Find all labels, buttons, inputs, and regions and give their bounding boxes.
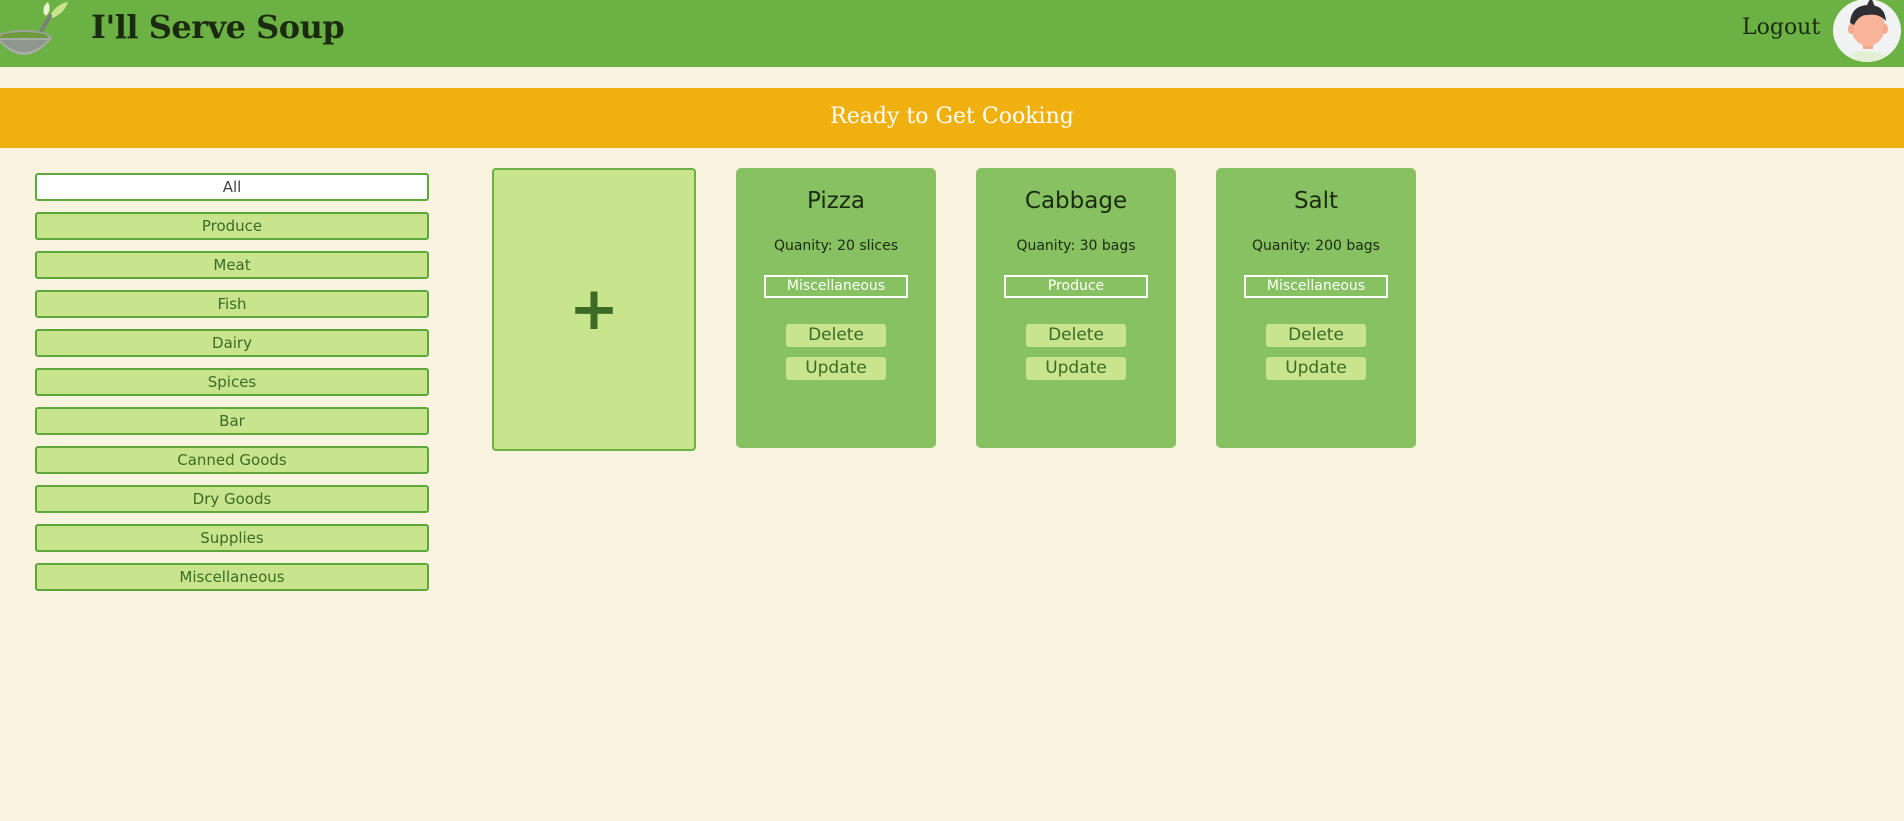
item-category-badge: Miscellaneous	[764, 275, 908, 298]
update-button[interactable]: Update	[1026, 357, 1126, 380]
item-quantity: Quanity: 200 bags	[1252, 238, 1380, 254]
category-meat-button[interactable]: Meat	[35, 251, 429, 279]
item-quantity: Quanity: 30 bags	[1016, 238, 1136, 254]
user-avatar-icon[interactable]	[1833, 0, 1901, 62]
item-name: Salt	[1293, 188, 1339, 214]
soup-bowl-icon	[0, 0, 72, 62]
item-card-cabbage: Cabbage Quanity: 30 bags Produce Delete …	[976, 168, 1176, 448]
item-quantity: Quanity: 20 slices	[773, 238, 899, 254]
item-category-badge: Produce	[1004, 275, 1148, 298]
item-name: Pizza	[807, 188, 865, 214]
welcome-banner: Ready to Get Cooking	[0, 88, 1904, 148]
category-produce-button[interactable]: Produce	[35, 212, 429, 240]
category-dry-goods-button[interactable]: Dry Goods	[35, 485, 429, 513]
plus-icon: +	[568, 274, 620, 344]
update-button[interactable]: Update	[1266, 357, 1366, 380]
item-category-badge: Miscellaneous	[1244, 275, 1388, 298]
category-spices-button[interactable]: Spices	[35, 368, 429, 396]
delete-button[interactable]: Delete	[786, 324, 886, 347]
delete-button[interactable]: Delete	[1026, 324, 1126, 347]
add-item-card[interactable]: +	[492, 168, 696, 451]
category-miscellaneous-button[interactable]: Miscellaneous	[35, 563, 429, 591]
category-supplies-button[interactable]: Supplies	[35, 524, 429, 552]
category-fish-button[interactable]: Fish	[35, 290, 429, 318]
category-all-button[interactable]: All	[35, 173, 429, 201]
category-bar-button[interactable]: Bar	[35, 407, 429, 435]
delete-button[interactable]: Delete	[1266, 324, 1366, 347]
logout-link[interactable]: Logout	[1742, 15, 1820, 40]
app-title: I'll Serve Soup	[91, 8, 345, 46]
category-sidebar: All Produce Meat Fish Dairy Spices Bar C…	[35, 173, 429, 602]
item-card-salt: Salt Quanity: 200 bags Miscellaneous Del…	[1216, 168, 1416, 448]
item-name: Cabbage	[1024, 188, 1128, 214]
banner-text: Ready to Get Cooking	[830, 104, 1074, 129]
item-card-pizza: Pizza Quanity: 20 slices Miscellaneous D…	[736, 168, 936, 448]
category-dairy-button[interactable]: Dairy	[35, 329, 429, 357]
top-navbar: I'll Serve Soup Logout	[0, 0, 1904, 67]
update-button[interactable]: Update	[786, 357, 886, 380]
category-canned-goods-button[interactable]: Canned Goods	[35, 446, 429, 474]
